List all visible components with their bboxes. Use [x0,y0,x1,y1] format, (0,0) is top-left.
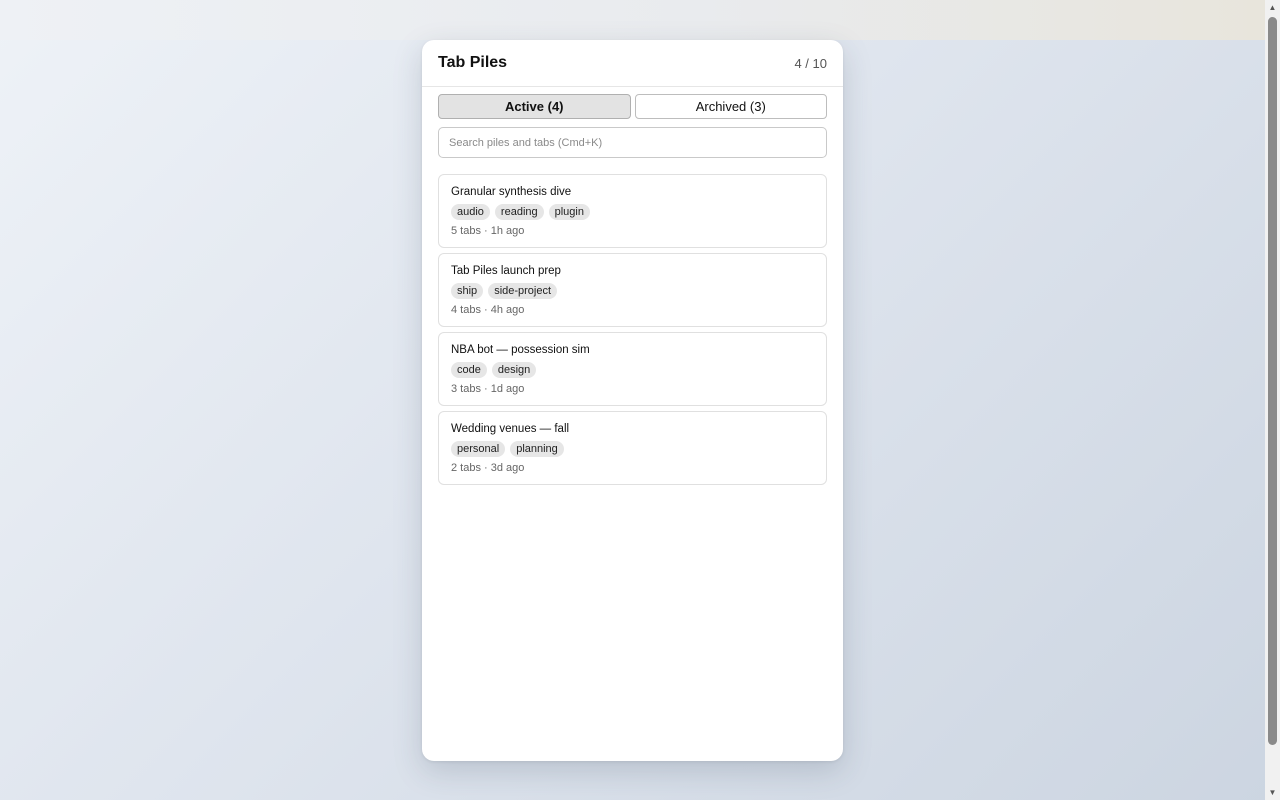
tab-piles-panel: Tab Piles 4 / 10 Active (4) Archived (3)… [422,40,843,761]
pile-name: Tab Piles launch prep [451,265,561,277]
pile-name: NBA bot — possession sim [451,344,590,356]
tag-pill: reading [494,204,544,220]
pile-tags: code design [451,362,814,378]
pile-tags: personal planning [451,441,814,457]
pile-tags: ship side-project [451,283,814,299]
tag-pill: design [491,362,537,378]
panel-header: Tab Piles 4 / 10 [422,40,843,87]
tab-bar: Active (4) Archived (3) [422,87,843,119]
tag-pill: plugin [548,204,590,220]
page-scrollbar[interactable]: ▲ ▼ [1265,0,1280,800]
search-wrap [422,119,843,158]
pile-card[interactable]: Wedding venues — fall personal planning … [438,411,827,485]
pile-meta: 5 tabs · 1h ago [451,225,525,237]
tag-pill: ship [451,283,484,299]
search-input[interactable] [438,127,827,158]
scroll-down-arrow-icon[interactable]: ▼ [1265,785,1280,800]
scrollbar-thumb[interactable] [1268,17,1277,745]
pile-count: 4 / 10 [794,55,827,71]
tag-pill: code [451,362,487,378]
pile-name: Granular synthesis dive [451,186,572,198]
pile-tags: audio reading plugin [451,204,814,220]
scroll-up-arrow-icon[interactable]: ▲ [1265,0,1280,15]
pile-meta: 4 tabs · 4h ago [451,304,525,316]
tag-pill: side-project [488,283,558,299]
pile-meta: 3 tabs · 1d ago [451,383,525,395]
page-top-band [0,0,1265,40]
pile-list: Granular synthesis dive audio reading pl… [422,158,843,485]
tag-pill: personal [451,441,506,457]
pile-card[interactable]: NBA bot — possession sim code design 3 t… [438,332,827,406]
tab-active[interactable]: Active (4) [438,94,631,119]
pile-name: Wedding venues — fall [451,423,570,435]
tag-pill: audio [451,204,490,220]
pile-card[interactable]: Granular synthesis dive audio reading pl… [438,174,827,248]
tag-pill: planning [510,441,564,457]
tab-archived[interactable]: Archived (3) [634,94,827,119]
pile-card[interactable]: Tab Piles launch prep ship side-project … [438,253,827,327]
panel-title: Tab Piles [438,54,508,71]
pile-meta: 2 tabs · 3d ago [451,462,525,474]
